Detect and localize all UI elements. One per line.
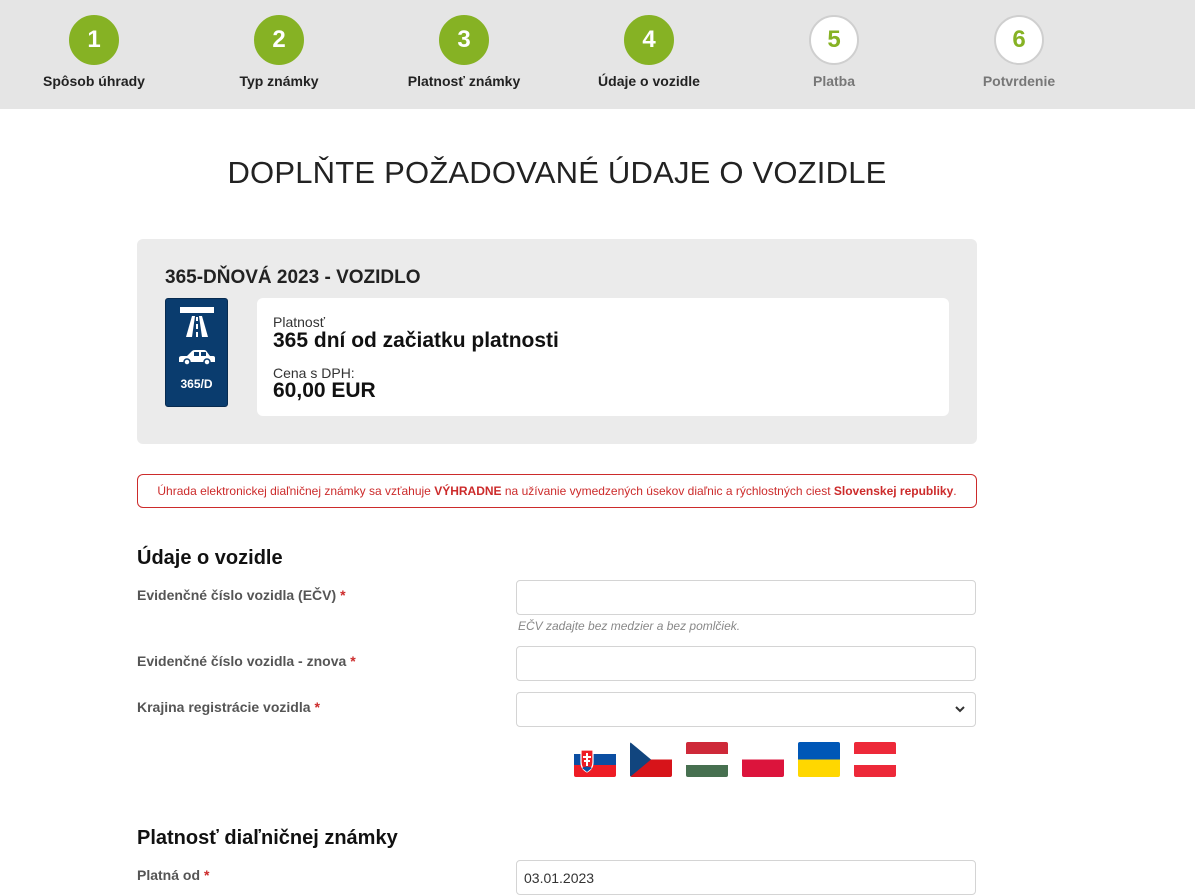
ecv-repeat-input[interactable] [516,646,976,681]
step-sticker-type[interactable]: 2 Typ známky [189,15,369,89]
step-number: 4 [624,15,674,65]
step-label: Typ známky [239,73,319,89]
ecv-repeat-label-text: Evidenčné číslo vozidla - znova [137,653,347,669]
notice-emphasis: VÝHRADNE [434,484,502,498]
step-label: Platnosť známky [407,73,521,89]
product-title: 365-DŇOVÁ 2023 - VOZIDLO [165,267,421,288]
required-mark: * [340,587,346,603]
valid-from-label: Platná od * [137,867,209,883]
step-label: Potvrdenie [982,73,1056,89]
product-info-card: Platnosť 365 dní od začiatku platnosti C… [257,298,949,416]
car-icon [179,350,215,365]
coverage-notice: Úhrada elektronickej diaľničnej známky s… [137,474,977,508]
ecv-hint: EČV zadajte bez medzier a bez pomlčiek. [518,619,741,633]
flag-poland[interactable] [742,742,784,777]
step-sticker-validity[interactable]: 3 Platnosť známky [374,15,554,89]
page-title: DOPLŇTE POŽADOVANÉ ÚDAJE O VOZIDLE [227,155,887,190]
step-number: 3 [439,15,489,65]
flag-hungary[interactable] [686,742,728,777]
sticker-code: 365/D [180,377,213,391]
ecv-repeat-label: Evidenčné číslo vozidla - znova * [137,653,356,669]
required-mark: * [350,653,356,669]
highway-icon [180,307,214,337]
step-label: Platba [812,73,855,89]
ecv-label: Evidenčné číslo vozidla (EČV) * [137,587,346,603]
vignette-sticker: 365/D [165,298,228,407]
step-vehicle-details[interactable]: 4 Údaje o vozidle [559,15,739,89]
required-mark: * [204,867,210,883]
flag-austria[interactable] [854,742,896,777]
flag-ukraine[interactable] [798,742,840,777]
price-value: 60,00 EUR [273,379,376,402]
notice-text: Úhrada elektronickej diaľničnej známky s… [157,484,435,498]
required-mark: * [314,699,320,715]
notice-text: . [953,484,957,498]
step-label: Údaje o vozidle [598,73,700,89]
step-payment: 5 Platba [744,15,924,89]
step-payment-method[interactable]: 1 Spôsob úhrady [4,15,184,89]
notice-emphasis: Slovenskej republiky [833,484,954,498]
flag-czech-republic[interactable] [630,742,672,777]
country-select[interactable] [516,692,976,727]
ecv-label-text: Evidenčné číslo vozidla (EČV) [137,587,337,603]
progress-stepper: 1 Spôsob úhrady 2 Typ známky 3 Platnosť … [0,0,1195,109]
validity-section-title: Platnosť diaľničnej známky [137,827,398,849]
valid-from-input[interactable] [516,860,976,895]
step-number: 6 [994,15,1044,65]
product-summary: 365-DŇOVÁ 2023 - VOZIDLO 365/D Platnosť … [137,239,977,444]
flag-slovakia[interactable] [574,742,616,777]
vehicle-section-title: Údaje o vozidle [137,547,283,569]
chevron-down-icon [955,706,965,713]
step-confirmation: 6 Potvrdenie [929,15,1109,89]
step-label: Spôsob úhrady [43,73,145,89]
country-label: Krajina registrácie vozidla * [137,699,320,715]
validity-label: Platnosť [273,314,325,330]
step-number: 5 [809,15,859,65]
notice-text: na užívanie vymedzených úsekov diaľnic a… [501,484,834,498]
ecv-input[interactable] [516,580,976,615]
country-label-text: Krajina registrácie vozidla [137,699,311,715]
step-number: 2 [254,15,304,65]
valid-from-label-text: Platná od [137,867,201,883]
country-flags [574,742,896,777]
step-number: 1 [69,15,119,65]
validity-value: 365 dní od začiatku platnosti [273,329,559,352]
